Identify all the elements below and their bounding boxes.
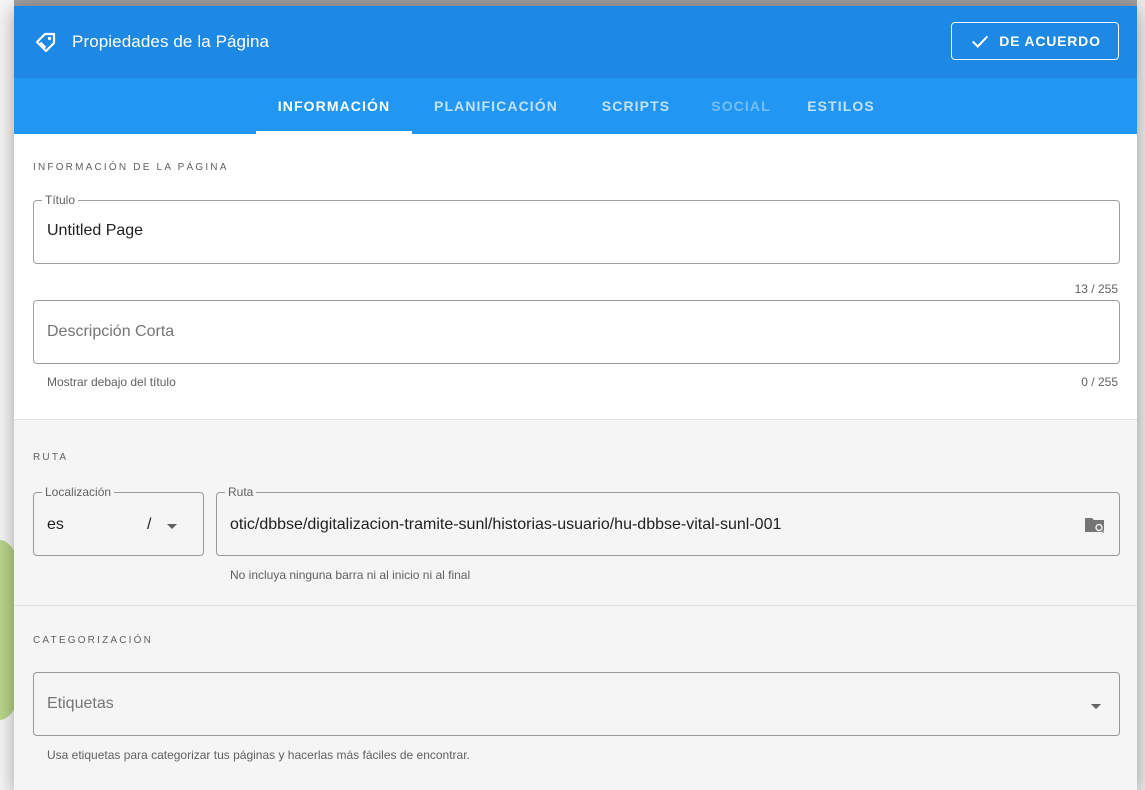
title-field[interactable]: Título Untitled Page [33,193,1120,264]
tab-label: ESTILOS [807,98,875,114]
check-icon [972,35,989,48]
description-input[interactable]: Descripción Corta [47,323,174,341]
section-label-categorization: CATEGORIZACIÓN [33,635,154,646]
tab-bar: INFORMACIÓN PLANIFICACIÓN SCRIPTS SOCIAL… [14,78,1137,134]
route-field[interactable]: Ruta otic/dbbse/digitalizacion-tramite-s… [216,485,1120,556]
page-properties-dialog: Propiedades de la Página DE ACUERDO INFO… [14,6,1137,790]
route-input[interactable]: otic/dbbse/digitalizacion-tramite-sunl/h… [230,516,781,534]
tags-select[interactable]: Etiquetas [33,672,1120,736]
route-hint: No incluya ninguna barra ni al inicio ni… [230,568,471,582]
title-counter: 13 / 255 [1074,282,1118,296]
description-counter: 0 / 255 [1081,375,1118,389]
tab-planificacion[interactable]: PLANIFICACIÓN [418,78,574,134]
description-hint: Mostrar debajo del título [47,375,176,389]
title-field-label: Título [42,193,79,207]
tab-estilos[interactable]: ESTILOS [796,78,886,134]
tab-scripts[interactable]: SCRIPTS [586,78,686,134]
locale-label: Localización [42,485,115,499]
folder-search-icon[interactable] [1083,513,1107,537]
tags-hint: Usa etiquetas para categorizar tus págin… [47,748,470,762]
tag-icon [35,32,56,53]
route-label: Ruta [225,485,257,499]
section-label-info: INFORMACIÓN DE LA PÁGINA [33,162,229,173]
ok-button[interactable]: DE ACUERDO [951,22,1119,60]
caret-down-icon[interactable] [167,524,177,529]
section-label-path: RUTA [33,452,69,463]
ok-button-label: DE ACUERDO [999,33,1101,49]
tags-input[interactable]: Etiquetas [47,695,114,713]
tab-label: SCRIPTS [601,98,671,114]
page-info-section: INFORMACIÓN DE LA PÁGINA Título Untitled… [14,134,1137,419]
tab-label: INFORMACIÓN [277,98,391,114]
dialog-toolbar: Propiedades de la Página DE ACUERDO [14,6,1137,78]
locale-separator: / [147,516,152,533]
path-section: RUTA Localización es / Ruta otic/dbbse/d… [14,419,1137,605]
tab-informacion[interactable]: INFORMACIÓN [256,78,412,134]
dialog-title: Propiedades de la Página [72,32,270,51]
background-page-right [1137,0,1145,790]
categorization-section: CATEGORIZACIÓN Etiquetas Usa etiquetas p… [14,605,1137,790]
description-field[interactable]: Descripción Corta [33,300,1120,364]
locale-value: es [47,516,64,533]
locale-select[interactable]: Localización es / [33,485,204,556]
tab-label: SOCIAL [711,98,771,114]
tab-social[interactable]: SOCIAL [696,78,786,134]
title-input[interactable]: Untitled Page [47,222,143,240]
caret-down-icon[interactable] [1091,704,1101,709]
tab-label: PLANIFICACIÓN [434,98,558,114]
